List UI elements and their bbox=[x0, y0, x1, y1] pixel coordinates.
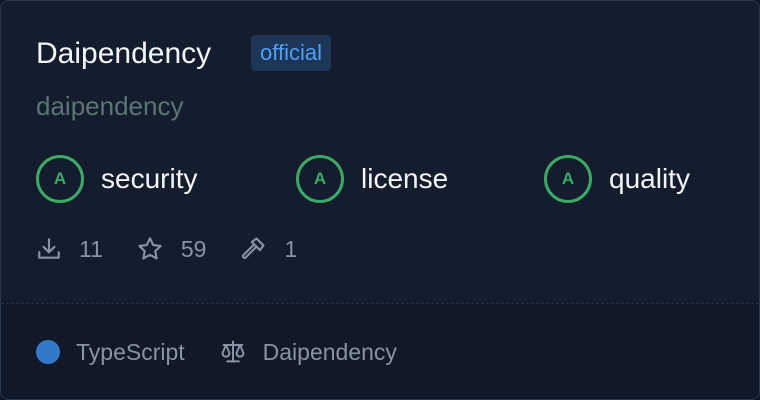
footer-meta: TypeScript Daipendency bbox=[36, 335, 397, 369]
dependents-count: 1 bbox=[284, 235, 298, 262]
grade-badge: A bbox=[544, 155, 592, 203]
stars-count: 59 bbox=[180, 235, 207, 262]
package-card[interactable]: Daipendency official daipendency A secur… bbox=[0, 0, 760, 400]
stats-row: 11 59 1 bbox=[36, 231, 330, 267]
license-name: Daipendency bbox=[262, 338, 397, 365]
score-label: license bbox=[361, 163, 449, 194]
score-license: A license bbox=[296, 155, 448, 203]
score-security: A security bbox=[36, 155, 197, 203]
downloads-count: 11 bbox=[79, 235, 103, 262]
package-scope[interactable]: daipendency bbox=[36, 89, 183, 123]
score-label: security bbox=[101, 163, 198, 194]
package-title[interactable]: Daipendency bbox=[36, 35, 211, 73]
dependents-stat: 1 bbox=[239, 235, 297, 263]
language-color-dot bbox=[36, 340, 60, 364]
language-name: TypeScript bbox=[76, 338, 185, 365]
score-label: quality bbox=[609, 163, 690, 194]
card-body: Daipendency official daipendency A secur… bbox=[1, 1, 759, 303]
stars-stat: 59 bbox=[136, 235, 207, 263]
grade-badge: A bbox=[36, 155, 84, 203]
star-icon bbox=[138, 237, 162, 260]
download-icon bbox=[38, 238, 60, 259]
hammer-icon bbox=[242, 237, 266, 259]
official-badge: official bbox=[251, 35, 331, 71]
score-quality: A quality bbox=[544, 155, 690, 203]
downloads-stat: 11 bbox=[36, 236, 103, 263]
scale-icon bbox=[221, 340, 245, 363]
grade-badge: A bbox=[296, 155, 344, 203]
